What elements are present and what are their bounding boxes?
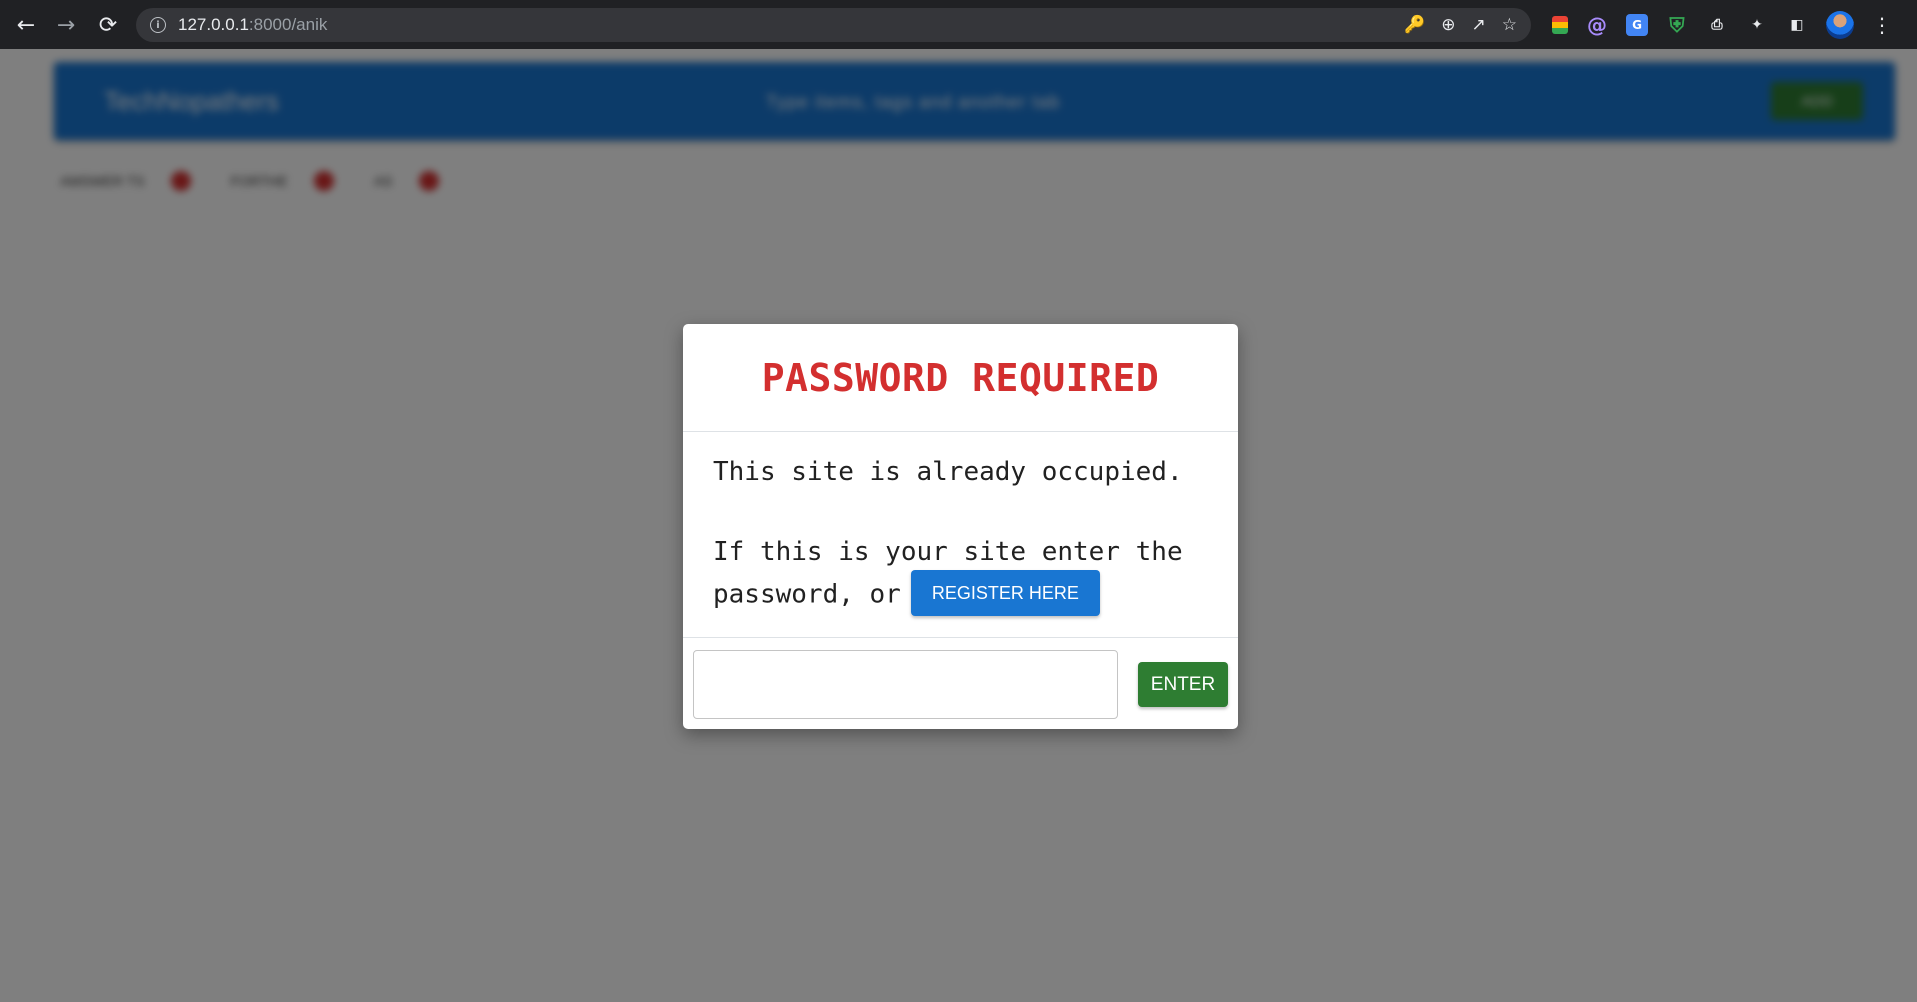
browser-toolbar: ← → ⟳ i 127.0.0.1:8000/anik 🔑 ⊕ ↗ ☆ @ G … [0, 0, 1917, 49]
forward-icon[interactable]: → [46, 5, 86, 45]
password-or-text: password, or [713, 579, 901, 610]
password-input[interactable] [693, 650, 1118, 719]
instruction-line: If this is your site enter the [713, 537, 1183, 567]
modal-footer: ENTER [683, 639, 1238, 729]
shield-extension-icon[interactable]: ⛨ [1666, 13, 1688, 37]
modal-title: PASSWORD REQUIRED [761, 355, 1160, 400]
url-path: :8000/anik [248, 15, 328, 34]
address-bar[interactable]: i 127.0.0.1:8000/anik 🔑 ⊕ ↗ ☆ [136, 8, 1531, 42]
side-panel-icon[interactable]: ◧ [1786, 14, 1808, 36]
url-host: 127.0.0.1 [178, 15, 249, 34]
zoom-icon[interactable]: ⊕ [1441, 15, 1455, 35]
register-here-button[interactable]: REGISTER HERE [910, 570, 1100, 616]
share-icon[interactable]: ↗ [1472, 15, 1486, 35]
menu-dots-icon[interactable]: ⋮ [1872, 13, 1892, 37]
password-modal: PASSWORD REQUIRED This site is already o… [683, 324, 1238, 729]
site-info-icon[interactable]: i [150, 17, 166, 33]
back-icon[interactable]: ← [6, 5, 46, 45]
star-icon[interactable]: ☆ [1502, 15, 1517, 35]
key-icon[interactable]: 🔑 [1404, 15, 1425, 35]
print-extension-icon[interactable]: ⎙ [1706, 14, 1728, 36]
occupied-message: This site is already occupied. [713, 457, 1183, 487]
modal-header: PASSWORD REQUIRED [683, 324, 1238, 432]
modal-body: This site is already occupied. If this i… [683, 432, 1238, 638]
puzzle-extensions-icon[interactable]: ✦ [1746, 14, 1768, 36]
profile-avatar[interactable] [1826, 11, 1854, 39]
translate-extension-icon[interactable]: G [1626, 14, 1648, 36]
instruction-line-2: password, or REGISTER HERE [713, 570, 1210, 618]
reload-icon[interactable]: ⟳ [88, 5, 128, 45]
mastodon-extension-icon[interactable]: @ [1586, 13, 1608, 37]
enter-button[interactable]: ENTER [1138, 662, 1228, 707]
url-text[interactable]: 127.0.0.1:8000/anik [178, 15, 327, 35]
color-extension-icon[interactable] [1552, 16, 1568, 34]
